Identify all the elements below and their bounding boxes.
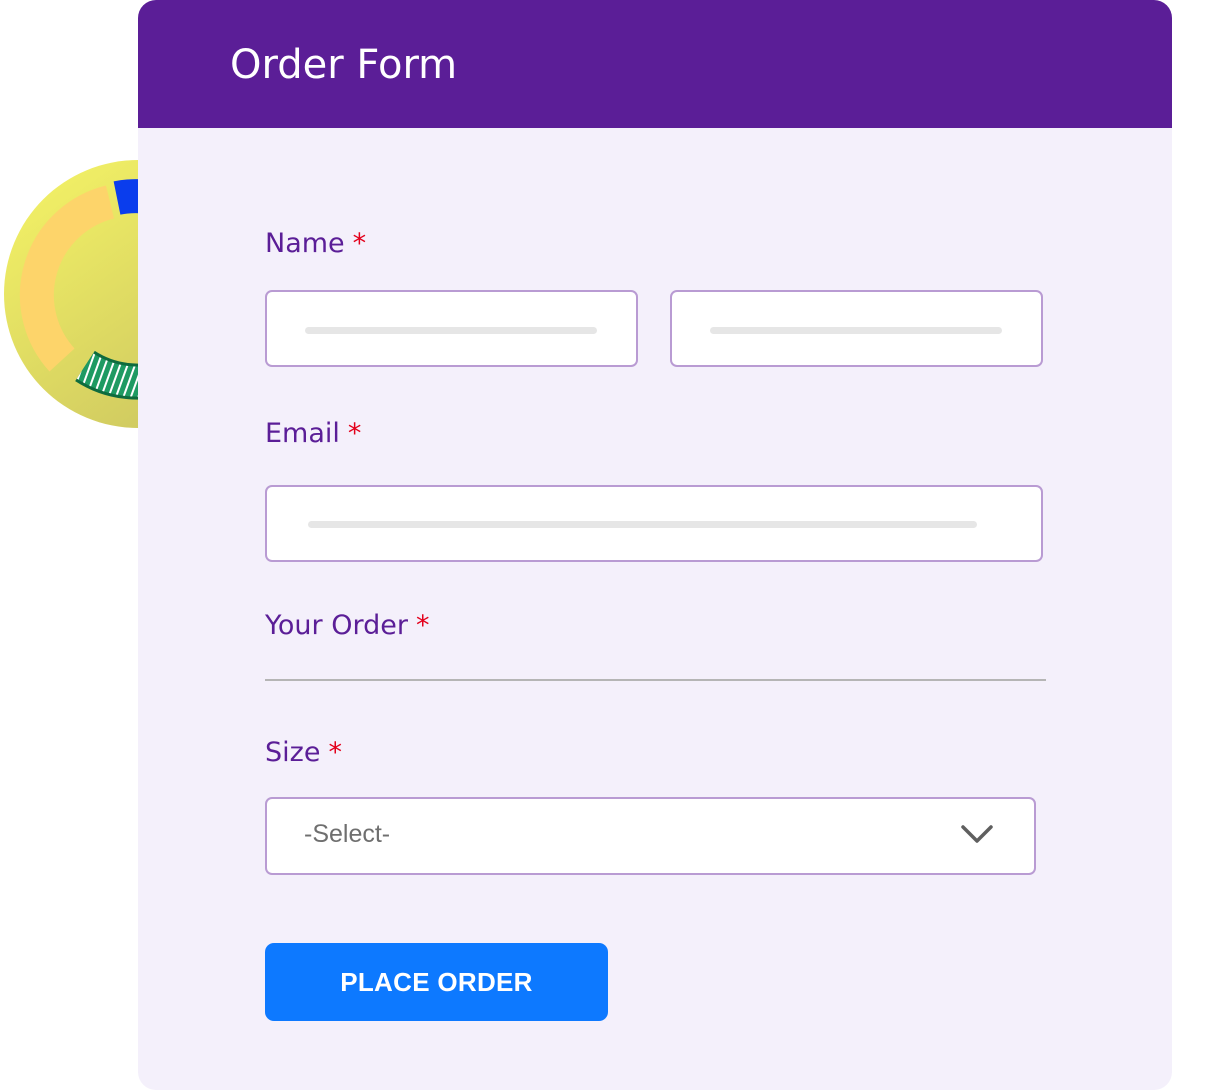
- first-name-placeholder-line: [305, 327, 597, 334]
- size-select[interactable]: -Select-: [265, 797, 1036, 875]
- size-required-marker: *: [328, 737, 342, 768]
- page: Order Form Name * Email * Your Order * Size…: [0, 0, 1223, 1091]
- order-form-card: Order Form Name * Email * Your Order * Size…: [138, 0, 1172, 1090]
- last-name-placeholder-line: [710, 327, 1002, 334]
- form-header: Order Form: [138, 0, 1172, 128]
- your-order-label-text: Your Order: [265, 610, 408, 641]
- your-order-label: Your Order *: [265, 609, 429, 643]
- first-name-input[interactable]: [265, 290, 638, 367]
- place-order-button[interactable]: PLACE ORDER: [265, 943, 608, 1021]
- email-label-text: Email: [265, 418, 340, 449]
- size-label-text: Size: [265, 737, 321, 768]
- size-select-value: -Select-: [304, 820, 391, 848]
- size-label: Size *: [265, 736, 342, 770]
- your-order-divider: [265, 679, 1046, 681]
- email-input[interactable]: [265, 485, 1043, 562]
- name-required-marker: *: [352, 228, 367, 259]
- form-title: Order Form: [230, 42, 458, 88]
- your-order-required-marker: *: [415, 610, 430, 641]
- chevron-down-icon: [961, 825, 993, 843]
- email-placeholder-line: [308, 521, 977, 528]
- last-name-input[interactable]: [670, 290, 1043, 367]
- name-label: Name *: [265, 227, 366, 261]
- email-label: Email *: [265, 417, 361, 451]
- email-required-marker: *: [347, 418, 362, 449]
- name-label-text: Name: [265, 228, 345, 259]
